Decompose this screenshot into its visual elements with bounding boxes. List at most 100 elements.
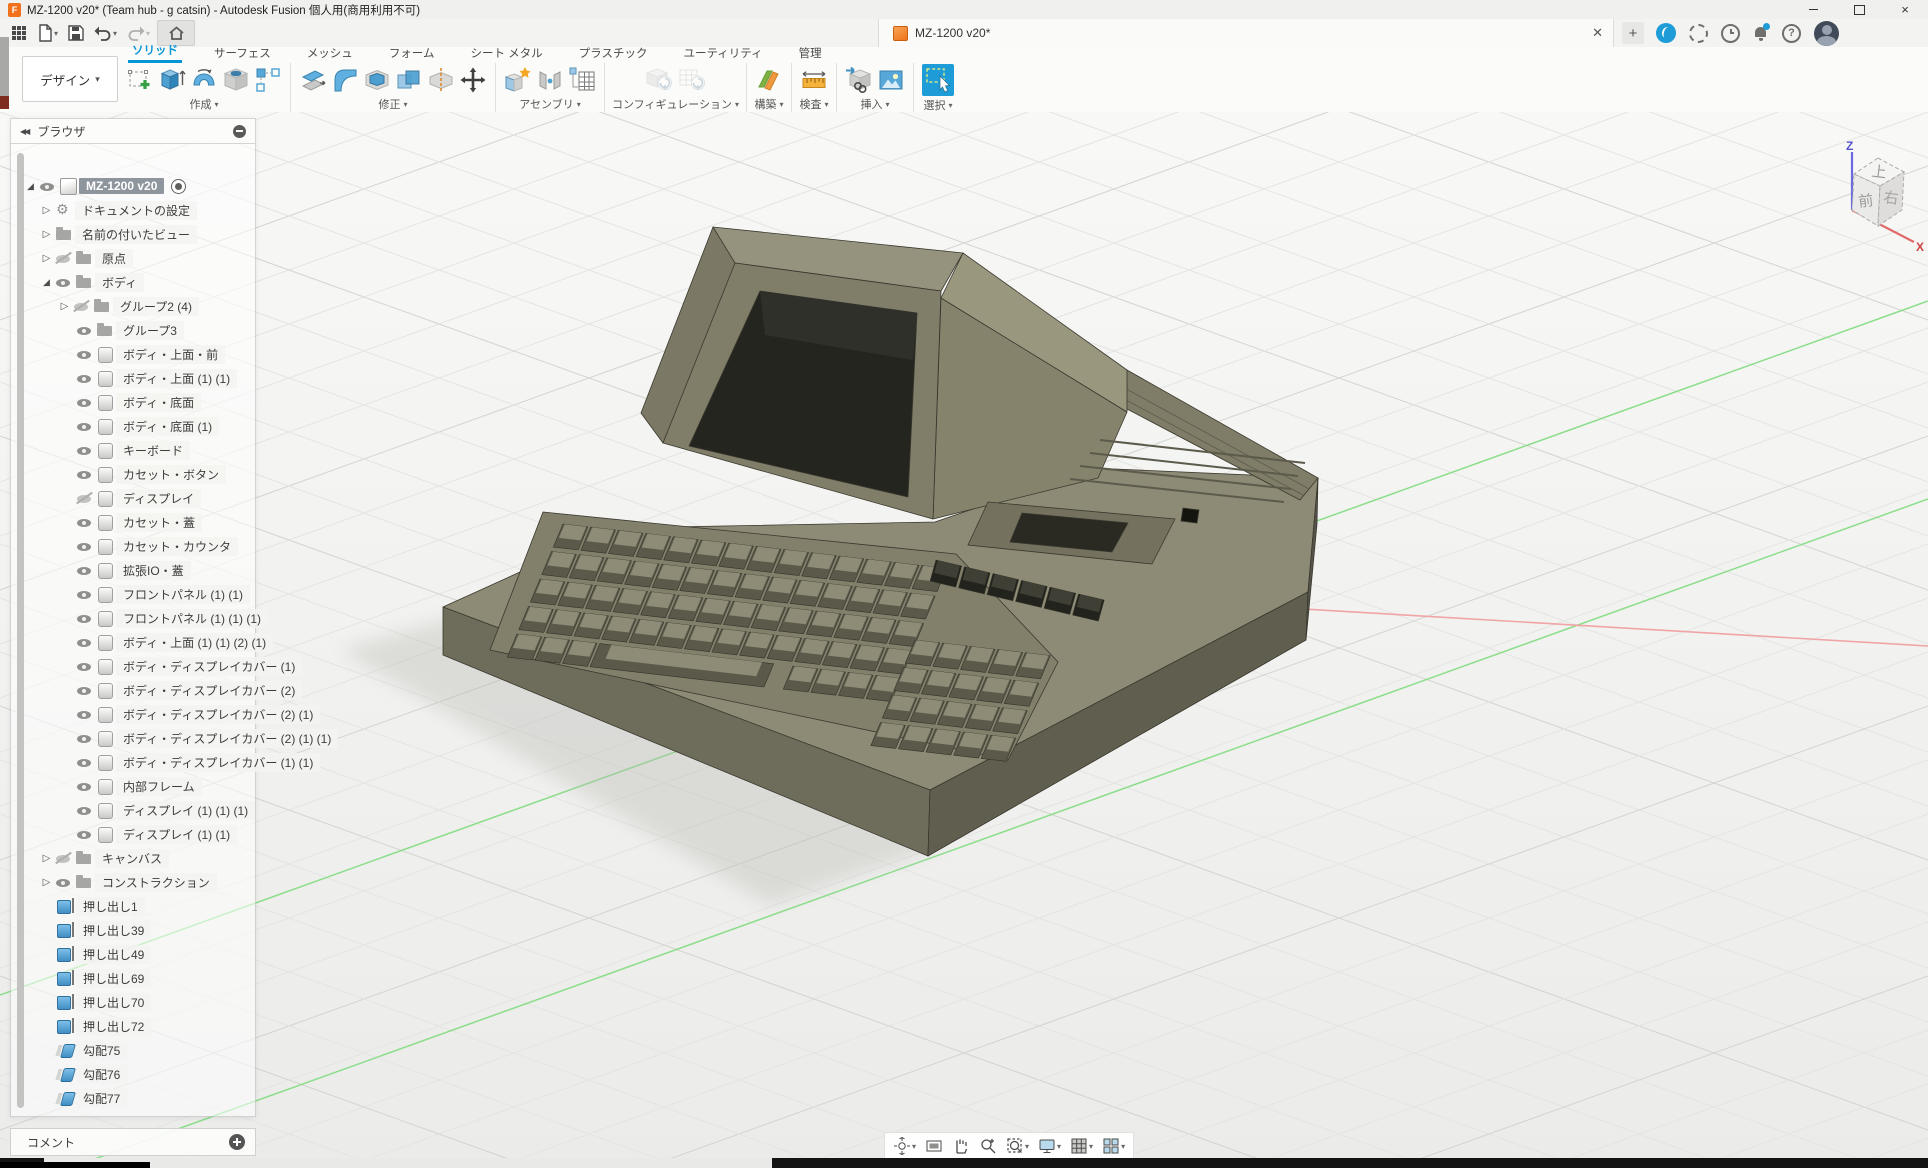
add-comment-icon[interactable]: [229, 1134, 245, 1150]
browser-tree-item[interactable]: 押し出し70: [21, 990, 255, 1014]
browser-tree-item[interactable]: 勾配75: [21, 1038, 255, 1062]
browser-tree-item[interactable]: 勾配76: [21, 1062, 255, 1086]
new-tab-button[interactable]: +: [1622, 22, 1644, 44]
node-label[interactable]: コンストラクション: [95, 873, 217, 892]
combine-button[interactable]: [394, 65, 424, 95]
node-label[interactable]: 押し出し39: [76, 921, 151, 940]
node-label[interactable]: 勾配75: [76, 1041, 127, 1060]
3d-viewport[interactable]: ブラウザ MZ-1200 v20: [0, 112, 1928, 1168]
insert-group-dropdown[interactable]: 挿入: [861, 96, 890, 112]
node-label[interactable]: ボディ・ディスプレイカバー (2) (1): [116, 705, 320, 724]
browser-tree-item[interactable]: コンストラクション: [21, 870, 255, 894]
browser-tree-item[interactable]: カセット・蓋: [21, 510, 255, 534]
node-label[interactable]: フロントパネル (1) (1) (1): [116, 609, 268, 628]
browser-tree-item[interactable]: 押し出し1: [21, 894, 255, 918]
select-group-dropdown[interactable]: 選択: [924, 97, 953, 113]
tab-mesh[interactable]: メッシュ: [303, 45, 357, 63]
tab-plastic[interactable]: プラスチック: [575, 45, 652, 63]
visibility-eye-icon[interactable]: [75, 534, 95, 558]
expand-arrow-icon[interactable]: [39, 877, 54, 888]
activate-radio-icon[interactable]: [171, 179, 186, 194]
node-label[interactable]: ディスプレイ (1) (1): [116, 825, 237, 844]
browser-tree-item[interactable]: 内部フレーム: [21, 774, 255, 798]
node-label[interactable]: フロントパネル (1) (1): [116, 585, 250, 604]
node-label[interactable]: 押し出し72: [76, 1017, 151, 1036]
browser-tree-item[interactable]: 名前の付いたビュー: [21, 222, 255, 246]
expand-arrow-icon[interactable]: [39, 229, 54, 240]
node-label[interactable]: カセット・ボタン: [116, 465, 226, 484]
file-menu-button[interactable]: [34, 21, 61, 45]
display-settings-button[interactable]: [1035, 1134, 1064, 1158]
comments-bar[interactable]: コメント: [10, 1128, 256, 1156]
browser-tree-item[interactable]: 原点: [21, 246, 255, 270]
look-at-button[interactable]: [922, 1134, 946, 1158]
inspect-group-dropdown[interactable]: 検査: [800, 96, 829, 112]
viewports-caret-icon[interactable]: [1121, 1142, 1125, 1151]
visibility-eye-icon[interactable]: [75, 318, 95, 342]
expand-arrow-icon[interactable]: [57, 301, 72, 312]
tab-sheet-metal[interactable]: シート メタル: [466, 45, 546, 63]
browser-tree-item[interactable]: ディスプレイ (1) (1): [21, 822, 255, 846]
configuration-group-dropdown[interactable]: コンフィギュレーション: [612, 96, 739, 112]
visibility-eye-icon[interactable]: [75, 798, 95, 822]
expand-arrow-icon[interactable]: [39, 253, 54, 264]
revolve-button[interactable]: [189, 65, 219, 95]
node-label[interactable]: ボディ・底面: [116, 393, 201, 412]
fillet-button[interactable]: [330, 65, 360, 95]
visibility-eye-icon[interactable]: [75, 774, 95, 798]
browser-tree-item[interactable]: ボディ: [21, 270, 255, 294]
workspace-selector[interactable]: デザイン: [22, 56, 118, 102]
browser-tree-item[interactable]: カセット・カウンタ: [21, 534, 255, 558]
measure-button[interactable]: [799, 65, 829, 95]
node-label[interactable]: 押し出し70: [76, 993, 151, 1012]
visibility-eye-icon[interactable]: [75, 366, 95, 390]
visibility-eye-icon[interactable]: [75, 558, 95, 582]
redo-caret-icon[interactable]: [146, 29, 150, 38]
visibility-eye-icon[interactable]: [75, 750, 95, 774]
extrude-button[interactable]: [157, 65, 187, 95]
close-button[interactable]: ×: [1882, 0, 1928, 19]
visibility-eye-icon[interactable]: [38, 174, 58, 198]
browser-tree-item[interactable]: ボディ・底面 (1): [21, 414, 255, 438]
joint-button[interactable]: [535, 65, 565, 95]
browser-tree-item[interactable]: ドキュメントの設定: [21, 198, 255, 222]
browser-tree-item[interactable]: カセット・ボタン: [21, 462, 255, 486]
undo-caret-icon[interactable]: [113, 29, 117, 38]
viewcube[interactable]: Z X 上 前 右: [1822, 138, 1928, 253]
expand-arrow-icon[interactable]: [23, 181, 38, 192]
insert-derive-button[interactable]: [844, 65, 874, 95]
component-table-button[interactable]: [567, 65, 597, 95]
document-tab[interactable]: MZ-1200 v20* ✕: [878, 19, 1614, 47]
browser-tree-item[interactable]: ディスプレイ: [21, 486, 255, 510]
tab-solid[interactable]: ソリッド: [128, 42, 182, 63]
display-caret-icon[interactable]: [1057, 1142, 1061, 1151]
tab-surface[interactable]: サーフェス: [210, 45, 275, 63]
viewport-scene[interactable]: [0, 112, 1928, 1168]
maximize-button[interactable]: [1836, 0, 1882, 19]
node-label[interactable]: キーボード: [116, 441, 190, 460]
node-label[interactable]: ボディ・ディスプレイカバー (1): [116, 657, 302, 676]
insert-image-button[interactable]: [876, 65, 906, 95]
grid-snap-button[interactable]: [1067, 1134, 1096, 1158]
visibility-eye-icon[interactable]: [72, 294, 92, 318]
visibility-eye-icon[interactable]: [54, 246, 74, 270]
visibility-eye-icon[interactable]: [75, 486, 95, 510]
minimize-panel-icon[interactable]: [233, 125, 246, 138]
visibility-eye-icon[interactable]: [75, 462, 95, 486]
node-label[interactable]: ボディ・ディスプレイカバー (1) (1): [116, 753, 320, 772]
visibility-eye-icon[interactable]: [75, 510, 95, 534]
browser-tree-item[interactable]: ボディ・底面: [21, 390, 255, 414]
viewports-button[interactable]: [1099, 1134, 1128, 1158]
fit-button[interactable]: [1003, 1134, 1032, 1158]
tab-manage[interactable]: 管理: [795, 45, 826, 63]
browser-tree-item[interactable]: ボディ・上面 (1) (1): [21, 366, 255, 390]
browser-tree-item[interactable]: ボディ・ディスプレイカバー (2): [21, 678, 255, 702]
node-label[interactable]: 押し出し1: [76, 897, 145, 916]
visibility-eye-icon[interactable]: [75, 822, 95, 846]
expand-arrow-icon[interactable]: [39, 205, 54, 216]
browser-tree-item[interactable]: 勾配77: [21, 1086, 255, 1110]
pan-button[interactable]: [949, 1134, 973, 1158]
browser-tree-item[interactable]: フロントパネル (1) (1) (1): [21, 606, 255, 630]
visibility-eye-icon[interactable]: [75, 630, 95, 654]
app-grid-icon[interactable]: [8, 21, 30, 45]
